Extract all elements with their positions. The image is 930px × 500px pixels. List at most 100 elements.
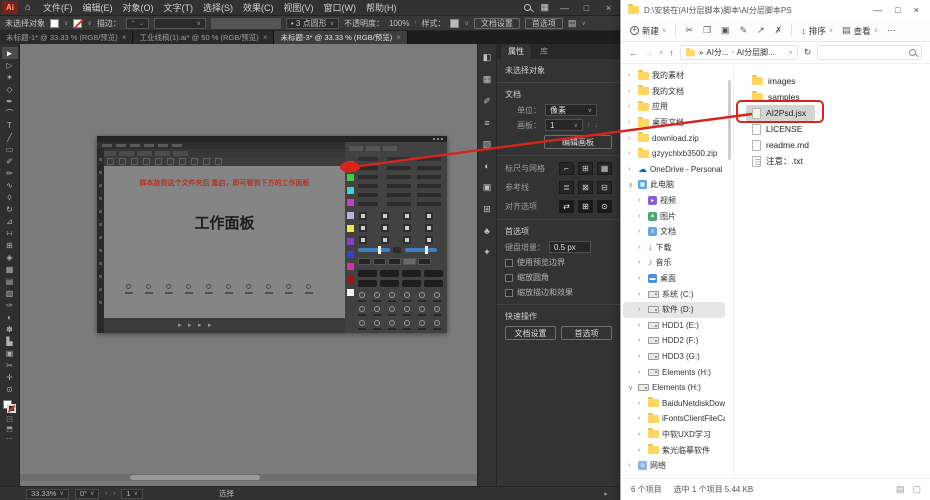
- style-chevron-icon[interactable]: ∨: [464, 20, 468, 27]
- sidebar-item[interactable]: ›iFontsClientFileCache: [623, 411, 725, 427]
- fill-chevron-icon[interactable]: ∨: [64, 20, 68, 27]
- artboard-tool[interactable]: ▣: [2, 347, 18, 359]
- preference-checkbox[interactable]: 缩放描边和效果: [505, 287, 612, 298]
- magic-wand-tool[interactable]: ✶: [2, 71, 18, 83]
- preference-checkbox[interactable]: 缩放圆角: [505, 272, 612, 283]
- chevron-right-icon[interactable]: ›: [628, 103, 635, 110]
- menu-item[interactable]: 编辑(E): [78, 1, 118, 14]
- prev-artboard-icon[interactable]: ↑: [587, 122, 591, 129]
- preference-checkbox[interactable]: 使用预览边界: [505, 257, 612, 268]
- copy-icon[interactable]: ❐: [703, 25, 711, 36]
- fill-swatch[interactable]: [50, 19, 59, 28]
- sidebar-scrollbar[interactable]: [727, 65, 733, 478]
- sidebar-item[interactable]: ›▸视频: [623, 193, 725, 209]
- chevron-down-icon[interactable]: ∨: [628, 384, 635, 392]
- chevron-right-icon[interactable]: ›: [628, 88, 635, 95]
- sidebar-item[interactable]: ›HDD2 (F:): [623, 333, 725, 349]
- menu-item[interactable]: 文字(T): [159, 1, 199, 14]
- next-artboard-nav-icon[interactable]: ›: [113, 491, 115, 497]
- explorer-close-button[interactable]: ×: [914, 5, 919, 15]
- sidebar-item[interactable]: ›系统 (C:): [623, 286, 725, 302]
- line-segment-tool[interactable]: ╱: [2, 131, 18, 143]
- sidebar-item[interactable]: ›download.zip: [623, 130, 725, 146]
- brushes-panel-icon[interactable]: ✐: [483, 96, 491, 107]
- checkbox-icon[interactable]: [505, 274, 513, 282]
- checkbox-icon[interactable]: [505, 289, 513, 297]
- menu-item[interactable]: 选择(S): [198, 1, 238, 14]
- sidebar-item[interactable]: ›我的文档: [623, 84, 725, 100]
- chevron-right-icon[interactable]: ›: [628, 135, 635, 142]
- sidebar-item[interactable]: ›BaiduNetdiskDownload: [623, 395, 725, 411]
- eraser-tool[interactable]: ◊: [2, 191, 18, 203]
- stroke-swatch[interactable]: [73, 19, 82, 28]
- slice-tool[interactable]: ✂: [2, 359, 18, 371]
- show-guides-icon[interactable]: ≣: [559, 181, 574, 194]
- chevron-right-icon[interactable]: ›: [638, 400, 645, 407]
- sidebar-item[interactable]: ›HDD3 (G:): [623, 349, 725, 365]
- chevron-right-icon[interactable]: ›: [638, 259, 645, 266]
- breadcrumb[interactable]: » AI分... › AI分层脚... ∨: [680, 45, 798, 60]
- menu-item[interactable]: 文件(F): [38, 1, 78, 14]
- refresh-icon[interactable]: ↻: [804, 47, 812, 58]
- sidebar-item[interactable]: ∨▣此电脑: [623, 177, 725, 193]
- minimize-button[interactable]: —: [558, 3, 571, 13]
- sidebar-scrollbar-thumb[interactable]: [728, 80, 731, 160]
- chevron-right-icon[interactable]: ›: [638, 431, 645, 438]
- document-tab[interactable]: 未标题-3* @ 33.33 % (RGB/预览)×: [274, 31, 407, 44]
- delete-icon[interactable]: ✗: [775, 25, 783, 36]
- chevron-right-icon[interactable]: ›: [628, 462, 635, 469]
- style-swatch[interactable]: [450, 19, 459, 28]
- back-icon[interactable]: ←: [629, 48, 638, 58]
- chevron-right-icon[interactable]: ›: [638, 322, 645, 329]
- hand-tool[interactable]: ✛: [2, 371, 18, 383]
- view-thumbnails-icon[interactable]: ▢: [912, 484, 921, 495]
- tab-close-icon[interactable]: ×: [263, 33, 268, 42]
- forward-icon[interactable]: →: [644, 48, 653, 58]
- menu-item[interactable]: 视图(V): [279, 1, 319, 14]
- sidebar-item[interactable]: ›≋网络: [623, 458, 725, 474]
- workspace-switcher-chevron-icon[interactable]: ∨: [581, 20, 585, 27]
- view-button[interactable]: ▤查看∨: [842, 25, 878, 37]
- canvas-horizontal-scrollbar[interactable]: [20, 474, 477, 481]
- sidebar-item[interactable]: ›↓下载: [623, 240, 725, 256]
- sidebar-item[interactable]: ›☁OneDrive - Personal: [623, 162, 725, 178]
- chevron-right-icon[interactable]: ›: [638, 213, 645, 220]
- sidebar-item[interactable]: ›我的素材: [623, 68, 725, 84]
- eyedropper-tool[interactable]: ✑: [2, 299, 18, 311]
- lock-guides-icon[interactable]: ⊠: [578, 181, 593, 194]
- stroke-panel-icon[interactable]: ≡: [484, 118, 489, 128]
- file-item[interactable]: AI2Psd.jsx: [746, 105, 815, 121]
- doc-setup-button[interactable]: 文档设置: [474, 18, 520, 29]
- menu-item[interactable]: 对象(O): [118, 1, 159, 14]
- chevron-right-icon[interactable]: ›: [628, 72, 635, 79]
- swatches-panel-icon[interactable]: ▦: [483, 74, 492, 85]
- search-icon[interactable]: [524, 4, 531, 11]
- file-item[interactable]: samples: [746, 89, 809, 105]
- symbols-panel-icon[interactable]: ♣: [484, 226, 490, 236]
- edit-toolbar-icon[interactable]: ⋯: [6, 435, 13, 445]
- tab-properties[interactable]: 属性: [501, 44, 531, 59]
- blend-tool[interactable]: ◐: [2, 311, 18, 323]
- menu-item[interactable]: 帮助(H): [361, 1, 402, 14]
- paste-icon[interactable]: ▣: [721, 25, 730, 36]
- chevron-right-icon[interactable]: ›: [638, 353, 645, 360]
- chevron-right-icon[interactable]: ›: [638, 275, 645, 282]
- breadcrumb-segment[interactable]: AI分...: [706, 47, 728, 58]
- paintbrush-tool[interactable]: ✐: [2, 155, 18, 167]
- prev-artboard-nav-icon[interactable]: ‹: [105, 491, 107, 497]
- stroke-weight-dropdown[interactable]: ∨: [154, 18, 206, 29]
- chevron-right-icon[interactable]: ›: [638, 369, 645, 376]
- screen-mode-icon[interactable]: ⬒: [6, 425, 13, 435]
- document-tab[interactable]: 未标题-1* @ 33.33 % (RGB/预览)×: [0, 31, 133, 44]
- sidebar-item[interactable]: ›gzyychlxb3500.zip: [623, 146, 725, 162]
- recent-locations-icon[interactable]: ∨: [659, 49, 663, 56]
- sidebar-item[interactable]: ›中软UXD学习: [623, 427, 725, 443]
- brush-dropdown[interactable]: • 3 点圆形∨: [286, 18, 339, 29]
- chevron-right-icon[interactable]: ›: [638, 197, 645, 204]
- file-item[interactable]: images: [746, 73, 804, 89]
- checkbox-icon[interactable]: [505, 259, 513, 267]
- shape-builder-tool[interactable]: ◈: [2, 251, 18, 263]
- workspace-switcher-icon[interactable]: ▤: [568, 18, 577, 29]
- preferences-button[interactable]: 首选项: [525, 18, 563, 29]
- sidebar-item[interactable]: ›≡文档: [623, 224, 725, 240]
